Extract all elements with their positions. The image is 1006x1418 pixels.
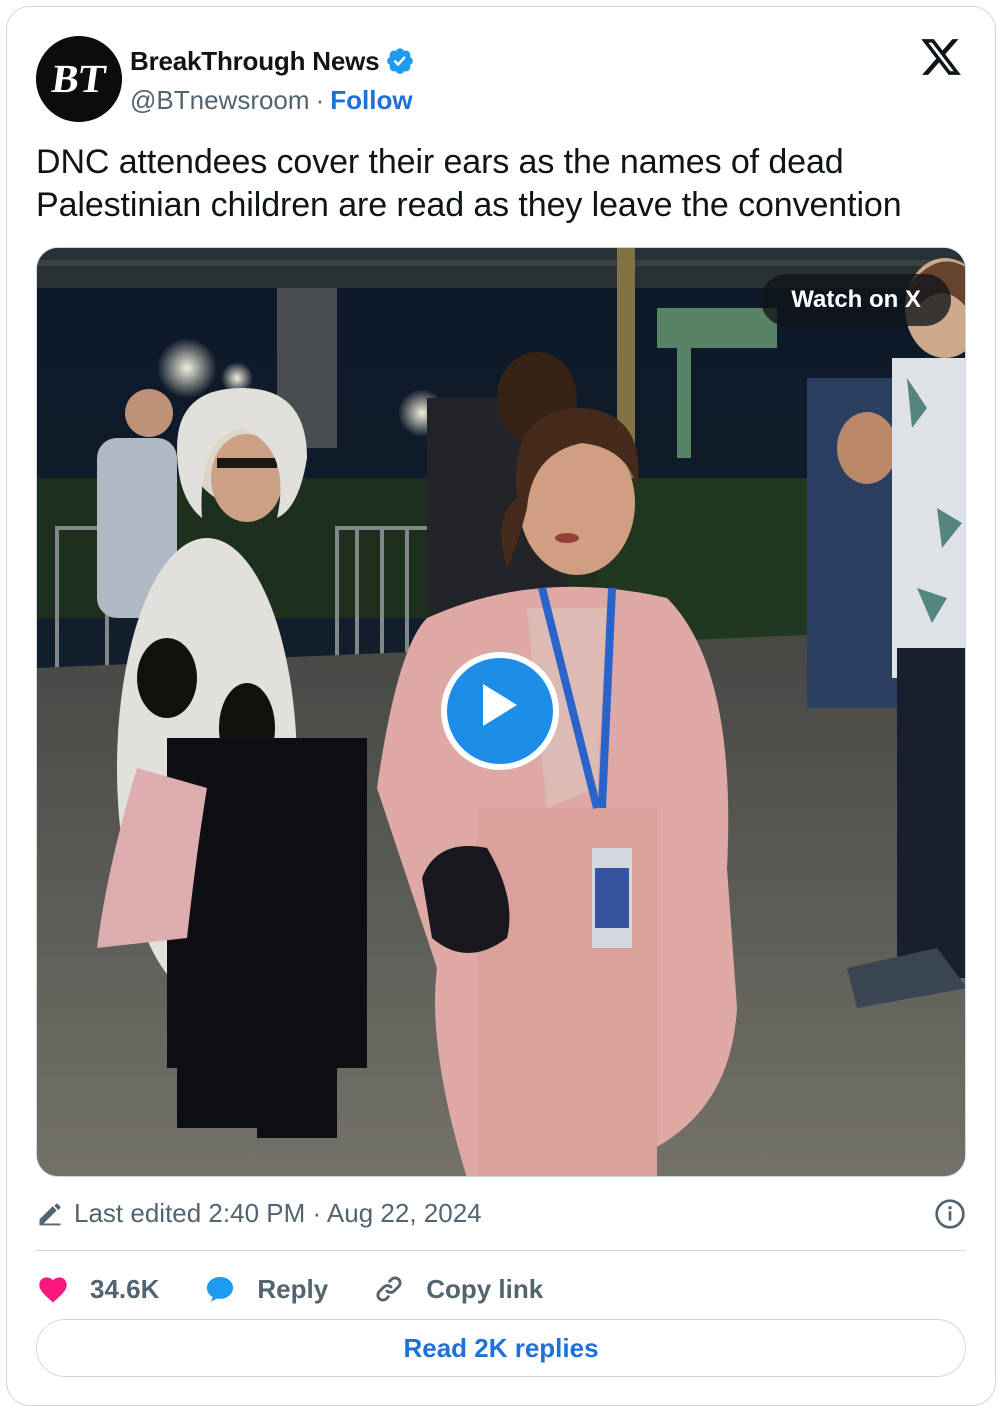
separator-dot: ·: [315, 84, 325, 115]
reply-bubble-icon: [207, 1276, 234, 1302]
edit-info-row: Last edited 2:40 PM · Aug 22, 2024: [36, 1193, 966, 1233]
author-name[interactable]: BreakThrough News: [130, 46, 380, 77]
like-count: 34.6K: [90, 1273, 160, 1304]
like-button[interactable]: 34.6K: [36, 1272, 159, 1306]
follow-button[interactable]: Follow: [330, 85, 412, 116]
tweet-embed-card: BT BreakThrough News @BTnewsroom · Follo…: [6, 6, 996, 1406]
copy-link-label: Copy link: [426, 1273, 544, 1304]
svg-text:BT: BT: [49, 56, 109, 101]
bt-logo-icon: BT: [36, 36, 122, 122]
divider: [36, 1250, 966, 1251]
read-replies-button[interactable]: Read 2K replies: [36, 1319, 966, 1377]
video-player[interactable]: Watch on X: [36, 247, 966, 1177]
heart-icon: [39, 1277, 67, 1303]
verified-badge-icon: [387, 48, 414, 74]
link-icon: [376, 1276, 402, 1302]
copy-link-button[interactable]: Copy link: [372, 1272, 543, 1306]
tweet-text: DNC attendees cover their ears as the na…: [36, 143, 902, 224]
info-icon[interactable]: [934, 1198, 966, 1230]
author-handle[interactable]: @BTnewsroom: [130, 85, 310, 116]
play-icon: [483, 684, 517, 726]
author-avatar[interactable]: BT: [36, 36, 122, 122]
play-button[interactable]: [441, 652, 559, 770]
author-name-row: BreakThrough News: [130, 41, 415, 81]
last-edited-timestamp[interactable]: Last edited 2:40 PM · Aug 22, 2024: [74, 1198, 482, 1229]
reply-label: Reply: [257, 1273, 329, 1304]
watch-on-x-button[interactable]: Watch on X: [761, 274, 951, 326]
x-logo-icon[interactable]: [919, 35, 963, 79]
author-handle-row: @BTnewsroom · Follow: [130, 81, 413, 119]
pencil-icon: [39, 1203, 61, 1226]
action-bar: 34.6K Reply Copy link: [36, 1265, 587, 1313]
reply-button[interactable]: Reply: [203, 1272, 328, 1306]
